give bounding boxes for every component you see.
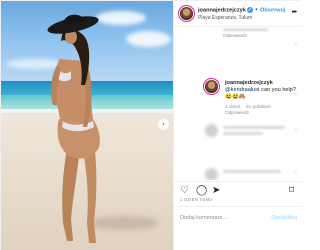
blurred-comment-text [223, 170, 281, 173]
like-comment-icon[interactable]: ♡ [294, 128, 298, 134]
like-comment-icon[interactable]: ♡ [294, 92, 298, 98]
blurred-comment-text [223, 132, 263, 135]
instagram-post: › joannajedrzejczyk ✓ • Obserwuj Playa Es… [0, 0, 302, 250]
post-sidebar: joannajedrzejczyk ✓ • Obserwuj Playa Espe… [173, 1, 302, 250]
comments-section: Odpowiedz ♡ joannajedrzejczyk @kendraalu… [174, 28, 302, 180]
add-comment-bar: Dodaj komentarz... Opublikuj [174, 206, 302, 250]
comment-body: joannajedrzejczyk @kendraalust can you h… [225, 80, 297, 117]
heart-icon[interactable]: ♡ [180, 186, 189, 196]
comment-icon[interactable]: ◯ [196, 186, 207, 196]
comment-likes[interactable]: 31 polubień [246, 105, 271, 110]
blurred-comment-text [223, 126, 285, 129]
reply-link[interactable]: Odpowiedz [223, 34, 247, 39]
author-avatar[interactable] [180, 7, 193, 20]
blurred-avatar [205, 168, 218, 180]
post-header: joannajedrzejczyk ✓ • Obserwuj Playa Espe… [174, 1, 302, 27]
author-username[interactable]: joannajedrzejczyk [198, 7, 246, 13]
comment-text: can you help? [261, 87, 297, 93]
comment-username[interactable]: joannajedrzejczyk [225, 80, 297, 87]
author-line: joannajedrzejczyk ✓ • Obserwuj [198, 7, 285, 13]
comment-mention[interactable]: @kendraalust [225, 87, 260, 93]
post-photo[interactable]: › [1, 1, 173, 250]
follow-button[interactable]: Obserwuj [260, 7, 286, 13]
blurred-avatar [205, 124, 218, 137]
blurred-comment-text [223, 28, 268, 31]
share-icon[interactable]: ➤ [212, 186, 220, 196]
post-date: 1 DZIEŃ TEMU [180, 197, 213, 202]
next-photo-button[interactable]: › [158, 119, 169, 130]
post-location[interactable]: Playa Esperanza, Tulum [198, 15, 252, 21]
comment-avatar[interactable] [205, 80, 218, 93]
separator-dot: • [253, 7, 259, 14]
comment-content: @kendraalust can you help? 😆😆🙈 [225, 87, 297, 101]
comment-emoji: 😆😆🙈 [225, 94, 246, 100]
comment-time: 1 dzień [225, 105, 241, 110]
comment-reply-link[interactable]: Odpowiedz [225, 111, 249, 116]
comment-meta: 1 dzień 31 polubień Odpowiedz [225, 105, 297, 117]
publish-button[interactable]: Opublikuj [271, 215, 297, 221]
like-comment-icon[interactable]: ♡ [294, 171, 298, 177]
like-comment-icon[interactable]: ♡ [294, 42, 298, 48]
bookmark-icon[interactable]: ⌑ [289, 186, 294, 196]
ellipsis-icon[interactable]: ••• [292, 9, 297, 16]
comment-input[interactable]: Dodaj komentarz... [180, 215, 227, 221]
woman-figure [47, 14, 100, 243]
verified-icon: ✓ [246, 7, 253, 13]
